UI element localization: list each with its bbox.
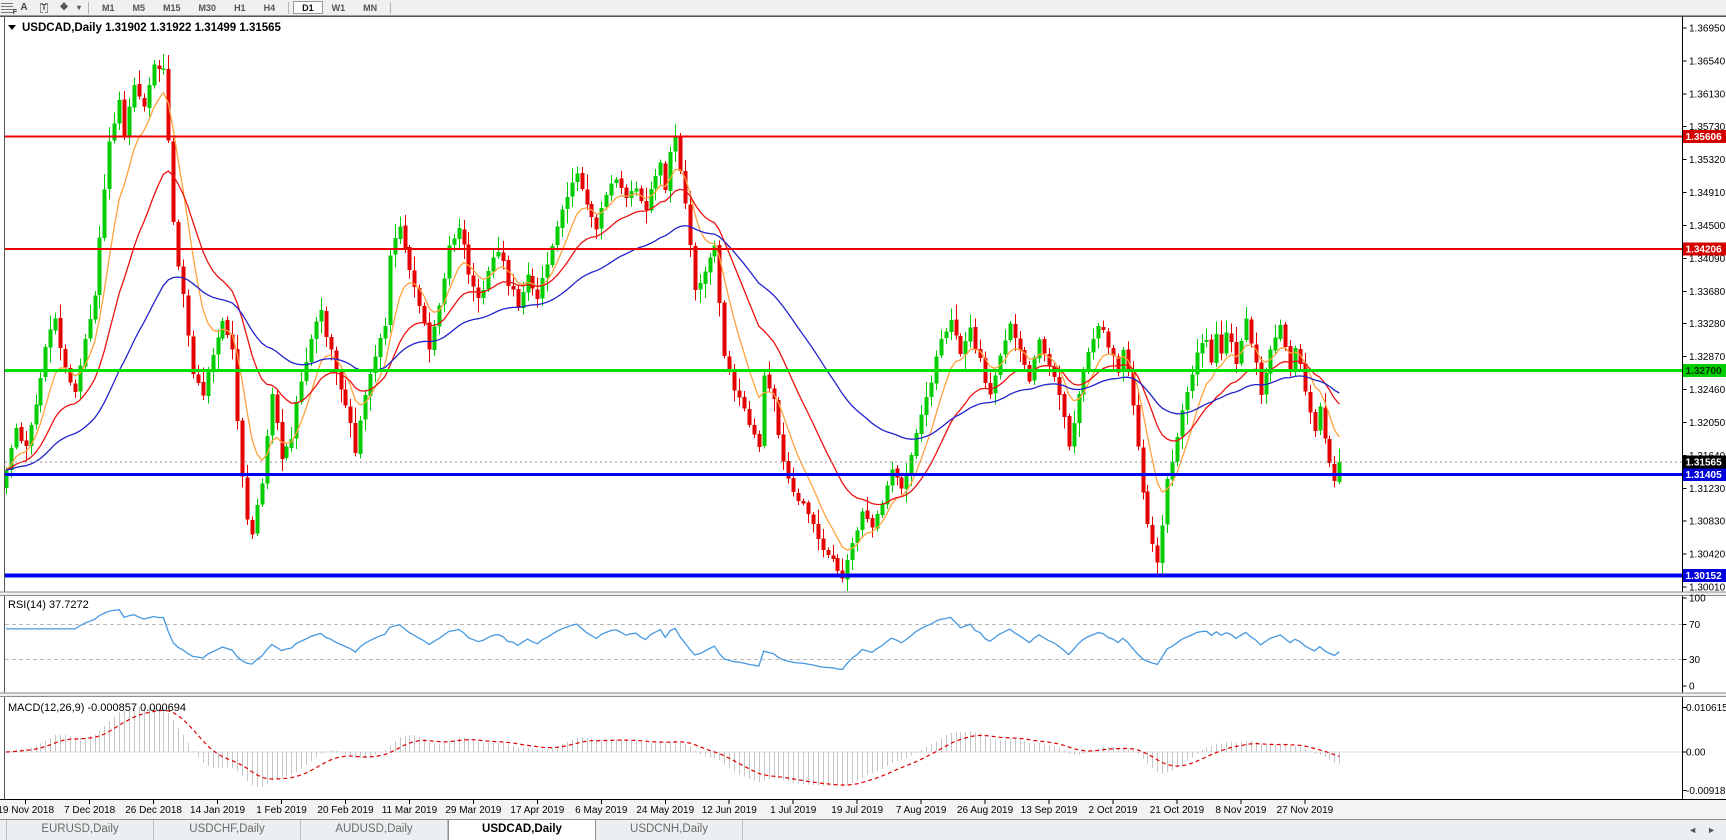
- timeframe-h4-button[interactable]: H4: [255, 1, 285, 14]
- price-tick-label: 1.33280: [1689, 319, 1726, 330]
- date-label: 17 Apr 2019: [510, 805, 564, 816]
- level-badge-1.34206-text: 1.34206: [1686, 245, 1723, 256]
- level-badge-1.30152-text: 1.30152: [1686, 571, 1723, 582]
- price-tick-label: 1.30010: [1689, 583, 1726, 594]
- date-label: 13 Sep 2019: [1021, 805, 1078, 816]
- chart-background: [0, 16, 1726, 800]
- arrows-dropdown-icon[interactable]: ▾: [74, 1, 84, 14]
- toolbar-separator: [288, 1, 290, 14]
- rsi-axis-label: 70: [1689, 620, 1701, 631]
- date-label: 19 Nov 2018: [0, 805, 54, 816]
- tab-usdchf-daily[interactable]: USDCHF,Daily: [154, 820, 301, 840]
- level-badge-1.32700-text: 1.32700: [1686, 366, 1723, 377]
- chart-title: USDCAD,Daily 1.31902 1.31922 1.31499 1.3…: [22, 22, 282, 34]
- tab-usdcnh-daily[interactable]: USDCNH,Daily: [596, 820, 743, 840]
- symbol-tab-bar: EURUSD,Daily USDCHF,Daily AUDUSD,Daily U…: [0, 819, 1726, 840]
- tab-scroll-controls: ◄ ►: [1688, 820, 1726, 840]
- date-label: 7 Dec 2018: [64, 805, 116, 816]
- text-label-tool-icon[interactable]: T: [34, 1, 54, 14]
- date-label: 6 May 2019: [575, 805, 628, 816]
- date-label: 1 Feb 2019: [256, 805, 307, 816]
- price-tick-label: 1.32870: [1689, 352, 1726, 363]
- price-tick-label: 1.32460: [1689, 385, 1726, 396]
- date-label: 21 Oct 2019: [1150, 805, 1205, 816]
- toolbar-grip-icon[interactable]: F: [0, 1, 17, 16]
- tab-scroll-right-icon[interactable]: ►: [1707, 825, 1716, 835]
- level-badge-1.31405-text: 1.31405: [1686, 470, 1723, 481]
- text-tool-icon[interactable]: A: [14, 1, 34, 14]
- tab-eurusd-daily[interactable]: EURUSD,Daily: [6, 820, 154, 840]
- price-tick-label: 1.31230: [1689, 484, 1726, 495]
- price-tick-label: 1.34500: [1689, 221, 1726, 232]
- rsi-axis-label: 0: [1689, 682, 1695, 693]
- chart-toolbar: F A T ❖ ▾ M1 M5 M15 M30 H1 H4 D1 W1 MN: [0, 0, 1726, 16]
- timeframe-m15-button[interactable]: M15: [154, 1, 190, 14]
- tab-scroll-left-icon[interactable]: ◄: [1688, 825, 1697, 835]
- date-label: 19 Jul 2019: [831, 805, 883, 816]
- rsi-label: RSI(14) 37.7272: [8, 599, 89, 611]
- trading-platform-window: F A T ❖ ▾ M1 M5 M15 M30 H1 H4 D1 W1 MN R…: [0, 0, 1726, 840]
- macd-axis-label: -0.009181: [1686, 786, 1726, 797]
- date-label: 26 Dec 2018: [125, 805, 182, 816]
- timeframe-mn-button[interactable]: MN: [354, 1, 386, 14]
- price-tick-label: 1.36540: [1689, 57, 1726, 68]
- timeframe-m5-button[interactable]: M5: [124, 1, 155, 14]
- date-label: 14 Jan 2019: [190, 805, 245, 816]
- timeframe-w1-button[interactable]: W1: [323, 1, 355, 14]
- price-tick-label: 1.30420: [1689, 549, 1726, 560]
- chart-title-group: USDCAD,Daily 1.31902 1.31922 1.31499 1.3…: [8, 22, 282, 34]
- level-badge-1.35606-text: 1.35606: [1686, 132, 1723, 143]
- price-tick-label: 1.36130: [1689, 90, 1726, 101]
- tab-usdcad-daily[interactable]: USDCAD,Daily: [448, 819, 596, 840]
- macd-axis-label: 0.010615: [1686, 703, 1726, 714]
- price-chart-canvas[interactable]: RSI(14) 37.7272 MACD(12,26,9) -0.000857 0…: [0, 0, 1726, 840]
- price-tick-label: 1.33680: [1689, 287, 1726, 298]
- price-tick-label: 1.35320: [1689, 155, 1726, 166]
- date-label: 29 Mar 2019: [445, 805, 502, 816]
- date-label: 1 Jul 2019: [770, 805, 817, 816]
- price-tick-label: 1.34910: [1689, 188, 1726, 199]
- date-label: 20 Feb 2019: [317, 805, 374, 816]
- timeframe-m30-button[interactable]: M30: [190, 1, 226, 14]
- date-label: 8 Nov 2019: [1215, 805, 1267, 816]
- macd-label: MACD(12,26,9) -0.000857 0.000694: [8, 702, 186, 714]
- toolbar-separator: [390, 1, 392, 14]
- timeframe-d1-button[interactable]: D1: [293, 1, 323, 14]
- current-price-badge-text: 1.31565: [1686, 457, 1723, 468]
- price-tick-label: 1.30830: [1689, 516, 1726, 527]
- arrows-tool-icon[interactable]: ❖: [54, 1, 74, 14]
- date-label: 2 Oct 2019: [1089, 805, 1138, 816]
- timeframe-h1-button[interactable]: H1: [225, 1, 255, 14]
- toolbar-separator: [88, 1, 89, 14]
- rsi-axis-label: 100: [1689, 594, 1706, 605]
- macd-axis-label: 0.00: [1686, 748, 1706, 759]
- fibonacci-tool-icon: F: [1, 2, 17, 16]
- tab-audusd-daily[interactable]: AUDUSD,Daily: [301, 820, 448, 840]
- price-tick-label: 1.32050: [1689, 418, 1726, 429]
- timeframe-m1-button[interactable]: M1: [93, 1, 124, 14]
- date-label: 24 May 2019: [636, 805, 694, 816]
- date-label: 26 Aug 2019: [957, 805, 1014, 816]
- date-label: 27 Nov 2019: [1277, 805, 1334, 816]
- price-tick-label: 1.36950: [1689, 24, 1726, 35]
- date-label: 12 Jun 2019: [702, 805, 757, 816]
- date-label: 7 Aug 2019: [896, 805, 947, 816]
- date-label: 11 Mar 2019: [382, 805, 438, 816]
- rsi-axis-label: 30: [1689, 655, 1701, 666]
